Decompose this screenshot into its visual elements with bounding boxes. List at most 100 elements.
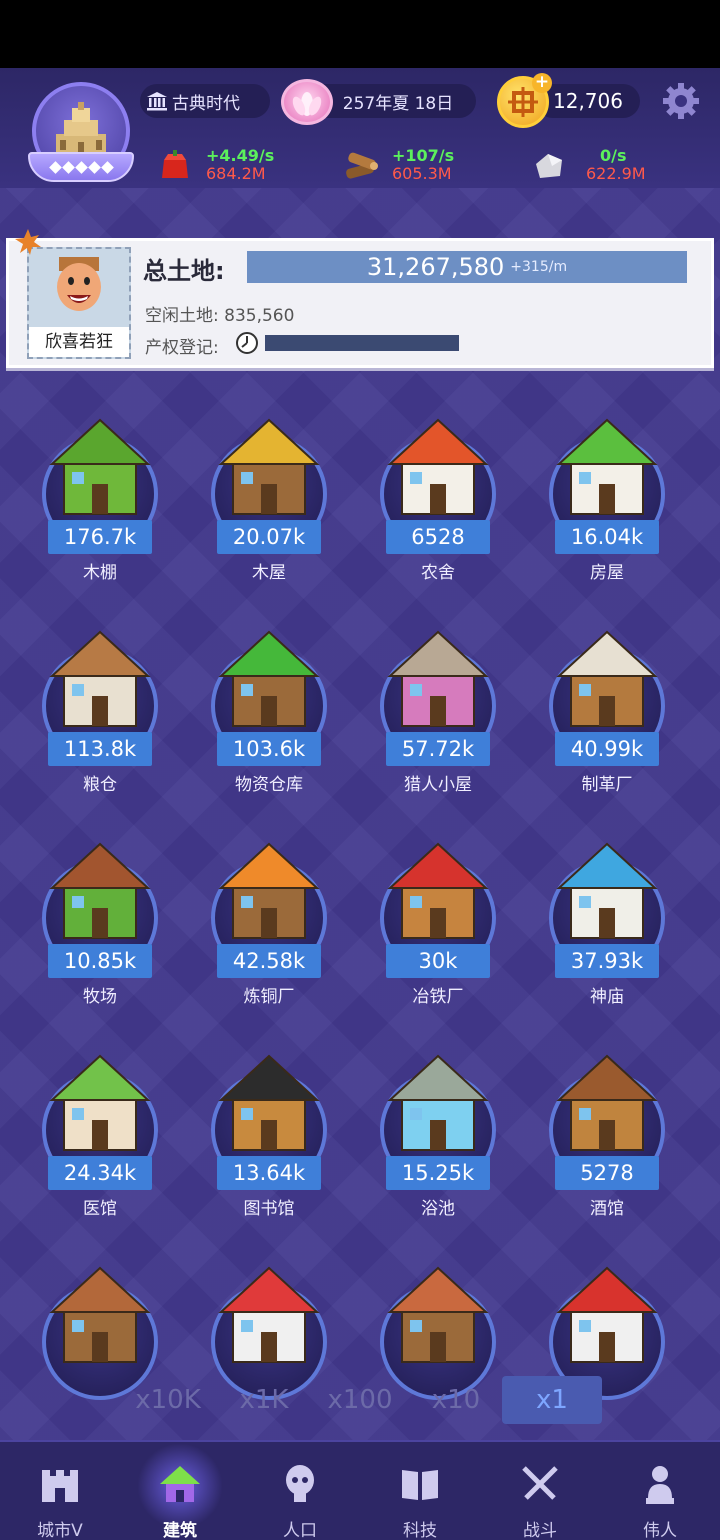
tab-population[interactable]: 人口 <box>240 1442 360 1540</box>
total-land-value: 31,267,580 <box>366 253 505 281</box>
building-icon <box>49 418 151 515</box>
coin-icon[interactable]: + <box>497 73 552 128</box>
building-label: 神庙 <box>590 987 624 1007</box>
classical-building-icon <box>147 92 167 111</box>
registration-label: 产权登记: <box>145 338 219 358</box>
building-label: 木屋 <box>252 563 286 583</box>
building-card[interactable]: 10.85k 牧场 <box>20 822 180 1022</box>
building-icon <box>556 1054 658 1151</box>
building-card[interactable]: 20.07k 木屋 <box>189 398 349 598</box>
building-icon <box>49 842 151 939</box>
building-label: 物资仓库 <box>235 775 303 795</box>
idle-land: 空闲土地: 835,560 <box>145 306 295 326</box>
multiplier-x100-button[interactable]: x100 <box>310 1376 410 1424</box>
quantity-multiplier: x10K x1K x100 x10 x1 <box>0 1372 720 1428</box>
building-count: 24.34k <box>48 1156 152 1190</box>
building-card[interactable]: 13.64k 图书馆 <box>189 1034 349 1234</box>
building-label: 粮仓 <box>83 775 117 795</box>
stone-icon <box>536 154 562 178</box>
building-card[interactable]: 37.93k 神庙 <box>527 822 687 1022</box>
total-land-bar: 31,267,580 +315/m <box>247 251 687 283</box>
building-count: 15.25k <box>386 1156 490 1190</box>
build-icon <box>160 1466 200 1502</box>
tab-city[interactable]: 城市V <box>0 1442 120 1540</box>
building-icon <box>218 630 320 727</box>
building-count: 30k <box>386 944 490 978</box>
building-label: 酒馆 <box>590 1199 624 1219</box>
building-count: 57.72k <box>386 732 490 766</box>
tab-label: 城市V <box>37 1521 83 1540</box>
population-icon <box>286 1465 314 1502</box>
multiplier-x10k-button[interactable]: x10K <box>118 1376 218 1424</box>
settings-gear-icon[interactable] <box>662 82 700 120</box>
multiplier-x1k-button[interactable]: x1K <box>214 1376 314 1424</box>
status-bar <box>0 0 720 68</box>
top-header: 古典时代 257年夏 18日 12,706 + +4.49/s 684.2M +… <box>0 68 720 188</box>
tab-great-people[interactable]: 伟人 <box>600 1442 720 1540</box>
land-card: 欣喜若狂 总土地: 31,267,580 +315/m 空闲土地: 835,56… <box>6 229 714 368</box>
building-icon <box>387 1054 489 1151</box>
building-icon <box>387 630 489 727</box>
resource-total: 684.2M <box>206 164 266 183</box>
building-count: 13.64k <box>217 1156 321 1190</box>
resource-total: 605.3M <box>392 164 452 183</box>
building-count: 20.07k <box>217 520 321 554</box>
building-card[interactable]: 42.58k 炼铜厂 <box>189 822 349 1022</box>
tech-book-icon <box>402 1470 438 1500</box>
great-person-icon <box>646 1466 674 1504</box>
building-card[interactable]: 24.34k 医馆 <box>20 1034 180 1234</box>
maple-leaf-icon <box>15 229 41 255</box>
building-icon <box>218 842 320 939</box>
building-card[interactable]: 57.72k 猎人小屋 <box>358 610 518 810</box>
building-label: 图书馆 <box>243 1199 295 1219</box>
tab-tech[interactable]: 科技 <box>360 1442 480 1540</box>
tab-build[interactable]: 建筑 <box>120 1442 240 1540</box>
building-label: 猎人小屋 <box>404 775 472 795</box>
building-card[interactable]: 30k 冶铁厂 <box>358 822 518 1022</box>
building-card[interactable]: 103.6k 物资仓库 <box>189 610 349 810</box>
tab-battle[interactable]: 战斗 <box>480 1442 600 1540</box>
city-icon <box>42 1470 78 1502</box>
era-emblem[interactable] <box>26 82 136 192</box>
building-icon <box>556 630 658 727</box>
building-card[interactable]: 40.99k 制革厂 <box>527 610 687 810</box>
building-icon <box>218 1054 320 1151</box>
building-count: 10.85k <box>48 944 152 978</box>
building-card[interactable]: 176.7k 木棚 <box>20 398 180 598</box>
building-icon <box>556 1266 658 1363</box>
era-name: 古典时代 <box>172 93 240 114</box>
leader-portrait[interactable]: 欣喜若狂 <box>27 247 131 359</box>
building-count: 40.99k <box>555 732 659 766</box>
food-icon <box>162 150 188 178</box>
tab-label: 人口 <box>283 1521 317 1540</box>
building-icon <box>218 418 320 515</box>
building-card[interactable]: 113.8k 粮仓 <box>20 610 180 810</box>
era-ribbon <box>28 152 134 182</box>
era-pill[interactable]: 古典时代 <box>140 84 270 118</box>
total-land-label: 总土地: <box>143 257 225 285</box>
building-label: 木棚 <box>83 563 117 583</box>
wood-icon <box>346 152 378 179</box>
building-card[interactable]: 15.25k 浴池 <box>358 1034 518 1234</box>
leader-face-icon <box>57 257 101 311</box>
multiplier-x10-button[interactable]: x10 <box>406 1376 506 1424</box>
building-label: 冶铁厂 <box>412 987 464 1007</box>
multiplier-x1-button[interactable]: x1 <box>502 1376 602 1424</box>
building-count: 6528 <box>386 520 490 554</box>
game-screen: 古典时代 257年夏 18日 12,706 + +4.49/s 684.2M +… <box>0 68 720 1540</box>
building-icon <box>387 1266 489 1363</box>
resource-total: 622.9M <box>586 164 646 183</box>
resource-rate: +4.49/s <box>206 146 275 165</box>
building-icon <box>556 842 658 939</box>
building-card[interactable]: 16.04k 房屋 <box>527 398 687 598</box>
resource-rate: 0/s <box>600 146 627 165</box>
building-count: 113.8k <box>48 732 152 766</box>
temple-icon <box>56 102 106 156</box>
tab-label: 建筑 <box>163 1521 197 1540</box>
add-coins-icon[interactable]: + <box>532 73 552 93</box>
building-card[interactable]: 6528 农舍 <box>358 398 518 598</box>
total-land-rate: +315/m <box>510 259 568 275</box>
building-card[interactable]: 5278 酒馆 <box>527 1034 687 1234</box>
building-icon <box>49 630 151 727</box>
registration-progress-bar <box>265 335 459 351</box>
